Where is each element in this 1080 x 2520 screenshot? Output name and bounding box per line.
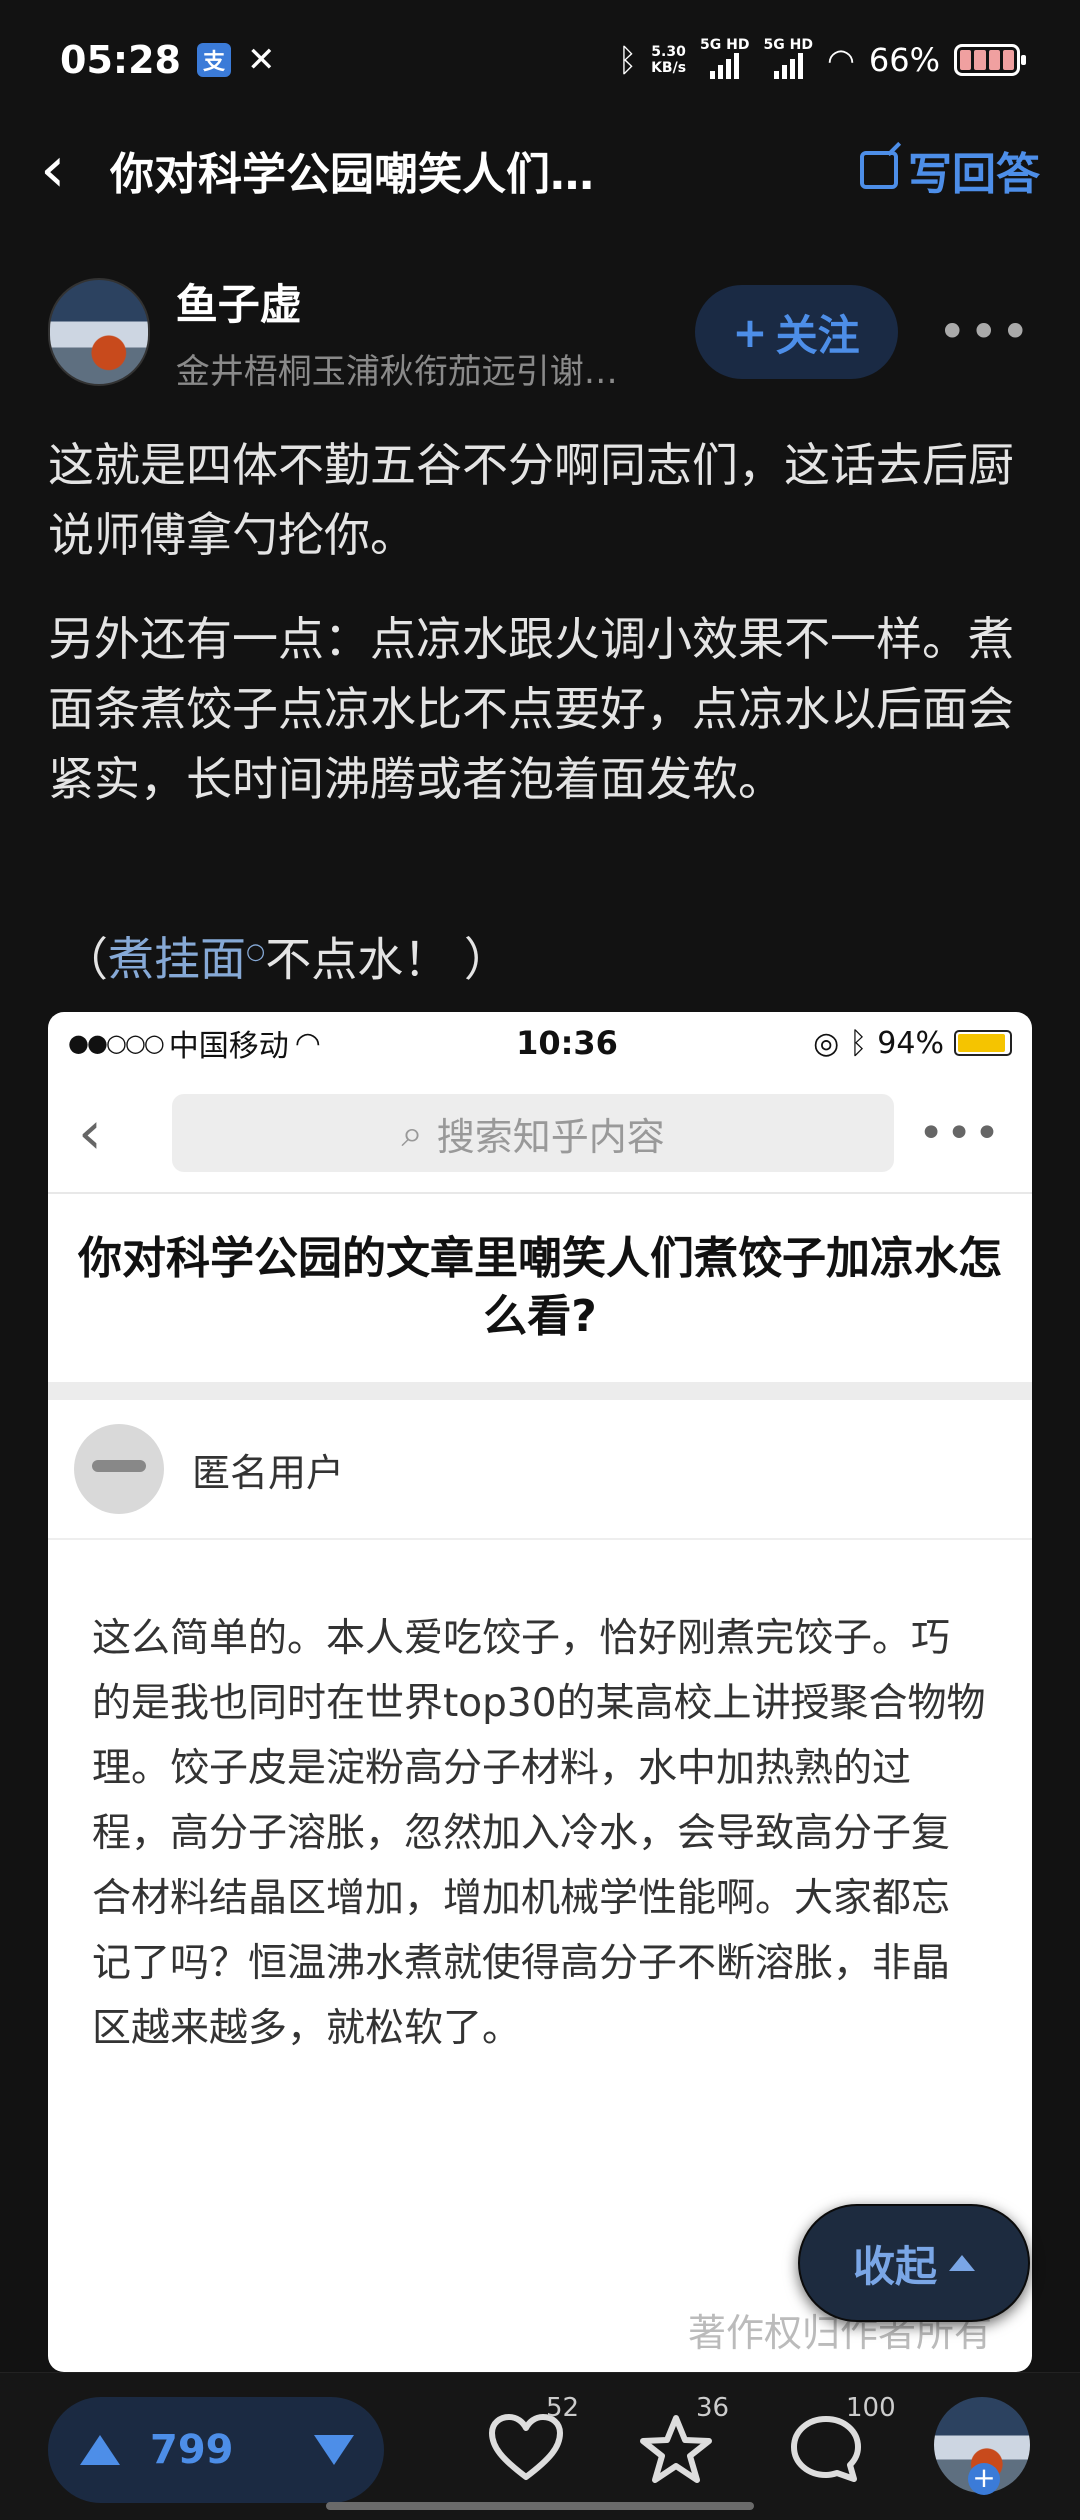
caret-up-icon bbox=[949, 2255, 975, 2271]
embedded-user-row: 匿名用户 bbox=[48, 1400, 1032, 1540]
upvote-icon[interactable] bbox=[80, 2435, 120, 2465]
author-bio: 金井梧桐玉浦秋衔茄远引谢… bbox=[175, 352, 618, 392]
heart-icon bbox=[489, 2414, 563, 2480]
net-speed: 5.30 KB/s bbox=[651, 44, 687, 76]
star-icon bbox=[640, 2415, 712, 2483]
anonymous-avatar bbox=[74, 1424, 164, 1514]
follow-button[interactable]: + 关注 bbox=[694, 285, 898, 379]
profile-avatar[interactable]: + bbox=[934, 2397, 1030, 2495]
search-link[interactable]: 煮挂面○ bbox=[108, 932, 265, 986]
carrier: 中国移动 bbox=[168, 1029, 289, 1064]
like-button[interactable]: 52 bbox=[488, 2393, 579, 2483]
downvote-icon[interactable] bbox=[313, 2435, 354, 2465]
battery-icon bbox=[953, 1030, 1012, 1056]
more-icon: ••• bbox=[918, 1107, 1002, 1159]
app-notification-icon: 支 bbox=[196, 43, 231, 77]
collapse-label: 收起 bbox=[852, 2241, 937, 2291]
author-name[interactable]: 鱼子虚 bbox=[176, 271, 665, 332]
follow-label: 关注 bbox=[775, 310, 860, 360]
answer-paragraph-3: （煮挂面○不点水！ ） bbox=[62, 932, 510, 987]
lock-rotation-icon: ◎ bbox=[813, 1025, 840, 1061]
divider bbox=[48, 1382, 1032, 1400]
vote-count: 799 bbox=[150, 2427, 234, 2473]
embedded-time: 10:36 bbox=[516, 1024, 618, 1062]
bluetooth-icon: ᛒ bbox=[849, 1025, 868, 1061]
sim1-signal: 5G HD bbox=[700, 37, 750, 83]
top-nav: ‹ 你对科学公园嘲笑人们… 写回答 bbox=[0, 120, 1080, 220]
like-count: 52 bbox=[546, 2393, 580, 2423]
back-icon: ‹ bbox=[78, 1098, 102, 1168]
add-icon[interactable]: + bbox=[968, 2463, 1000, 2495]
plus-icon: + bbox=[732, 307, 768, 357]
clock: 05:28 bbox=[60, 38, 181, 82]
author-avatar[interactable] bbox=[48, 278, 150, 386]
battery-icon bbox=[954, 44, 1026, 76]
embedded-battery-percent: 94% bbox=[877, 1025, 944, 1061]
favorite-count: 36 bbox=[696, 2393, 730, 2423]
status-bar: 05:28 支 ✕ ᛒ 5.30 KB/s 5G HD 5G HD ◠ 66% bbox=[0, 0, 1080, 120]
embedded-nav: ‹ ⌕ 搜索知乎内容 ••• bbox=[48, 1074, 1032, 1194]
wifi-icon: ◠ bbox=[826, 41, 855, 79]
question-title[interactable]: 你对科学公园嘲笑人们… bbox=[110, 138, 860, 202]
edit-icon bbox=[860, 151, 898, 189]
sim2-signal: 5G HD bbox=[764, 37, 813, 83]
write-answer-label: 写回答 bbox=[908, 149, 1040, 200]
answer-paragraph-2: 另外还有一点：点凉水跟火调小效果不一样。煮面条煮饺子点凉水比不点要好，点凉水以后… bbox=[48, 612, 1014, 806]
embedded-search-box: ⌕ 搜索知乎内容 bbox=[172, 1094, 895, 1172]
embedded-status-bar: ●●○○○ 中国移动 ◠ 10:36 ◎ ᛒ 94% bbox=[48, 1012, 1032, 1074]
collapse-button[interactable]: 收起 bbox=[798, 2204, 1030, 2322]
comment-icon bbox=[791, 2416, 861, 2482]
answer-paragraph-1: 这就是四体不勤五谷不分啊同志们，这话去后厨说师傅拿勺抡你。 bbox=[48, 438, 1014, 562]
author-row: 鱼子虚 金井梧桐玉浦秋衔茄远引谢… + 关注 ••• bbox=[48, 272, 1032, 392]
tools-icon: ✕ bbox=[246, 40, 276, 80]
search-placeholder: 搜索知乎内容 bbox=[436, 1114, 665, 1159]
search-icon: ⌕ bbox=[401, 1110, 423, 1155]
embedded-question-title: 你对科学公园的文章里嘲笑人们煮饺子加凉水怎么看? bbox=[78, 1233, 1002, 1342]
embedded-user-name: 匿名用户 bbox=[192, 1450, 345, 1495]
favorite-button[interactable]: 36 bbox=[638, 2393, 729, 2485]
home-indicator[interactable] bbox=[326, 2502, 754, 2510]
wifi-icon: ◠ bbox=[294, 1025, 321, 1061]
back-button[interactable]: ‹ bbox=[40, 138, 100, 202]
bluetooth-icon: ᛒ bbox=[617, 41, 638, 79]
embedded-answer-body: 这么简单的。本人爱吃饺子，恰好刚煮完饺子。巧的是我也同时在世界top30的某高校… bbox=[92, 1616, 986, 2051]
comment-button[interactable]: 100 bbox=[788, 2393, 896, 2485]
vote-control: 799 bbox=[48, 2397, 384, 2503]
bottom-action-bar: 799 52 36 100 + bbox=[0, 2372, 1080, 2520]
signal-dots-icon: ●●○○○ bbox=[68, 1029, 165, 1057]
write-answer-button[interactable]: 写回答 bbox=[860, 138, 1040, 202]
answer-image[interactable]: ●●○○○ 中国移动 ◠ 10:36 ◎ ᛒ 94% ‹ ⌕ 搜索知乎内容 ••… bbox=[48, 1012, 1032, 2372]
battery-percent: 66% bbox=[868, 41, 940, 79]
more-options-icon[interactable]: ••• bbox=[938, 303, 1032, 361]
search-icon: ○ bbox=[246, 940, 266, 965]
comment-count: 100 bbox=[846, 2393, 896, 2423]
